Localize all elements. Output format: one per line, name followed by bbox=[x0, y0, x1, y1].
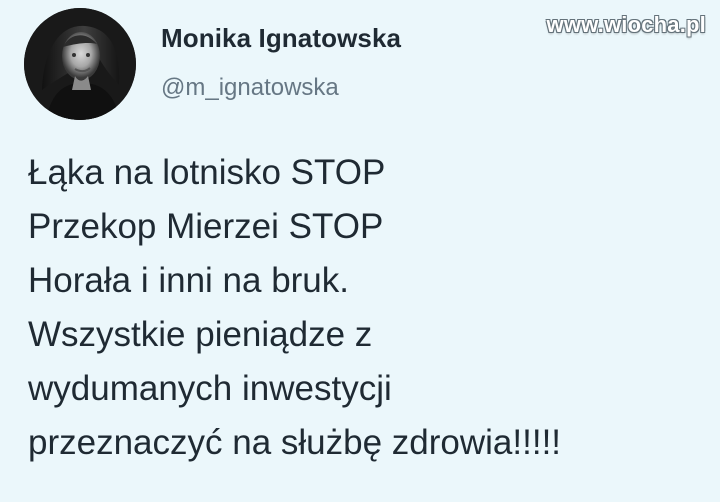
tweet-text-line: Wszystkie pieniądze z bbox=[28, 315, 373, 354]
author-name[interactable]: Monika Ignatowska bbox=[161, 23, 401, 54]
author-handle[interactable]: @m_ignatowska bbox=[161, 74, 339, 102]
tweet-card: Monika Ignatowska @m_ignatowska www.wioc… bbox=[0, 0, 720, 502]
profile-photo-icon bbox=[24, 8, 136, 120]
profile-avatar[interactable] bbox=[24, 8, 136, 120]
tweet-text-line: Przekop Mierzei STOP bbox=[28, 207, 384, 246]
site-watermark: www.wiocha.pl bbox=[546, 12, 706, 37]
tweet-text-line: wydumanych inwestycji bbox=[28, 369, 392, 408]
tweet-text-line: Łąka na lotnisko STOP bbox=[28, 153, 386, 192]
tweet-text-line: przeznaczyć na służbę zdrowia!!!!! bbox=[28, 423, 562, 462]
tweet-text: Łąka na lotnisko STOP Przekop Mierzei ST… bbox=[28, 146, 708, 470]
tweet-text-line: Horała i inni na bruk. bbox=[28, 261, 349, 300]
